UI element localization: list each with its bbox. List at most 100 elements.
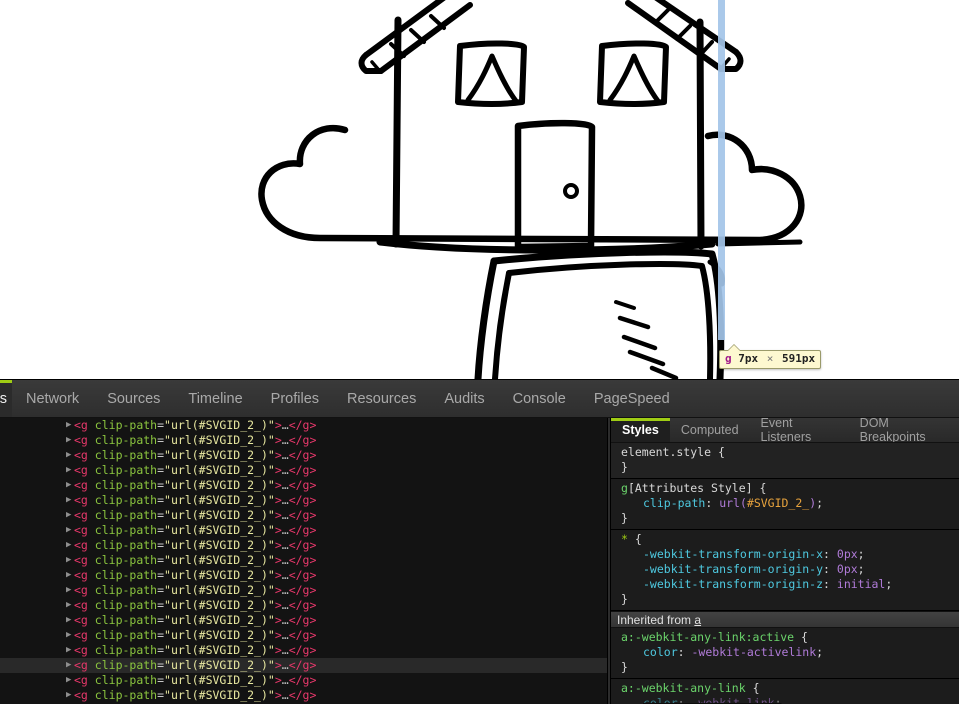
dom-tree-row[interactable]: ▶<g clip-path="url(#SVGID_2_)">…</g> bbox=[0, 658, 607, 673]
dom-tree-row[interactable]: ▶<g clip-path="url(#SVGID_2_)">…</g> bbox=[0, 583, 607, 598]
dom-tree-row[interactable]: ▶<g clip-path="url(#SVGID_2_)">…</g> bbox=[0, 568, 607, 583]
tab-console[interactable]: Console bbox=[499, 380, 580, 417]
dom-tree-row[interactable]: ▶<g clip-path="url(#SVGID_2_)">…</g> bbox=[0, 643, 607, 658]
dom-row-gt: > bbox=[274, 493, 282, 507]
roof-left-tick-0 bbox=[370, 60, 380, 71]
styles-rules-list[interactable]: element.style { } g[Attributes Style] { bbox=[611, 443, 959, 704]
declaration-colon: : bbox=[823, 547, 830, 561]
dom-row-markup: <g clip-path="url(#SVGID_2_)">…</g> bbox=[62, 508, 316, 522]
tab-timeline[interactable]: Timeline bbox=[174, 380, 256, 417]
inherited-section-header: Inherited from a bbox=[611, 611, 959, 628]
sidebar-tab-styles[interactable]: Styles bbox=[611, 418, 670, 442]
dom-row-close-tag: </g> bbox=[288, 448, 317, 462]
dom-tree-row[interactable]: ▶<g clip-path="url(#SVGID_2_)">…</g> bbox=[0, 628, 607, 643]
sidebar-tab-dom-breakpoints-label: DOM Breakpoints bbox=[859, 418, 926, 443]
dom-row-close-tag: </g> bbox=[288, 643, 317, 657]
dom-tree-row[interactable]: ▶<g clip-path="url(#SVGID_2_)">…</g> bbox=[0, 493, 607, 508]
dom-row-close-tag: </g> bbox=[288, 463, 317, 477]
dom-row-close-tag: </g> bbox=[288, 688, 317, 702]
tab-resources[interactable]: Resources bbox=[333, 380, 430, 417]
expand-triangle-icon[interactable]: ▶ bbox=[66, 463, 71, 478]
expand-triangle-icon[interactable]: ▶ bbox=[66, 538, 71, 553]
tab-sources[interactable]: Sources bbox=[93, 380, 174, 417]
tab-network[interactable]: Network bbox=[12, 380, 93, 417]
rule-universal-selector[interactable]: * { -webkit-transform-origin-x: 0px; -we… bbox=[611, 530, 959, 611]
rule-element-style[interactable]: element.style { } bbox=[611, 443, 959, 479]
dom-row-attribute-name: clip-path bbox=[94, 553, 158, 567]
dom-row-equals: = bbox=[157, 553, 165, 567]
dom-row-gt: > bbox=[274, 553, 282, 567]
expand-triangle-icon[interactable]: ▶ bbox=[66, 553, 71, 568]
expand-triangle-icon[interactable]: ▶ bbox=[66, 508, 71, 523]
dom-tree-row[interactable]: ▶<g clip-path="url(#SVGID_2_)">…</g> bbox=[0, 418, 607, 433]
tab-pagespeed[interactable]: PageSpeed bbox=[580, 380, 684, 417]
dom-row-equals: = bbox=[157, 508, 165, 522]
expand-triangle-icon[interactable]: ▶ bbox=[66, 628, 71, 643]
dom-tree-row[interactable]: ▶<g clip-path="url(#SVGID_2_)">…</g> bbox=[0, 523, 607, 538]
tab-elements[interactable]: s bbox=[0, 380, 12, 417]
sidebar-tab-dom-breakpoints[interactable]: DOM Breakpoints bbox=[849, 418, 959, 443]
dom-tree-row[interactable]: ▶<g clip-path="url(#SVGID_2_)">…</g> bbox=[0, 688, 607, 703]
dom-row-markup: <g clip-path="url(#SVGID_2_)">…</g> bbox=[62, 688, 316, 702]
sidebar-tab-event-listeners[interactable]: Event Listeners bbox=[750, 418, 849, 443]
expand-triangle-icon[interactable]: ▶ bbox=[66, 643, 71, 658]
declaration-transform-origin-y[interactable]: -webkit-transform-origin-y: 0px; bbox=[621, 562, 959, 577]
rule-open-brace: { bbox=[752, 681, 760, 695]
rule-any-link[interactable]: a:-webkit-any-link { color: -webkit-link… bbox=[611, 679, 959, 704]
dom-tree-row[interactable]: ▶<g clip-path="url(#SVGID_2_)">…</g> bbox=[0, 463, 607, 478]
dom-tree-pane[interactable]: ▶ <g clip-path="url(#SVGID_2_)">…</g> ▶ <g … bbox=[0, 418, 607, 704]
tab-profiles[interactable]: Profiles bbox=[257, 380, 333, 417]
dom-row-gt: > bbox=[274, 448, 282, 462]
dom-tree-row[interactable]: ▶<g clip-path="url(#SVGID_2_)">…</g> bbox=[0, 433, 607, 448]
dom-tree-row[interactable]: ▶<g clip-path="url(#SVGID_2_)">…</g> bbox=[0, 538, 607, 553]
expand-triangle-icon[interactable]: ▶ bbox=[66, 673, 71, 688]
dom-row-attribute-value: "url(#SVGID_2_)" bbox=[164, 478, 275, 492]
dom-row-equals: = bbox=[157, 538, 165, 552]
dom-row-open-tag: <g bbox=[74, 613, 88, 627]
sidebar-tab-computed[interactable]: Computed bbox=[670, 418, 750, 442]
expand-triangle-icon[interactable]: ▶ bbox=[66, 478, 71, 493]
dom-tree-row[interactable]: ▶<g clip-path="url(#SVGID_2_)">…</g> bbox=[0, 448, 607, 463]
declaration-transform-origin-x[interactable]: -webkit-transform-origin-x: 0px; bbox=[621, 547, 959, 562]
dom-tree-row[interactable]: ▶<g clip-path="url(#SVGID_2_)">…</g> bbox=[0, 673, 607, 688]
declaration-colon: : bbox=[705, 496, 713, 510]
sidebar-tab-event-listeners-label: Event Listeners bbox=[760, 418, 812, 443]
dom-row-markup: <g clip-path="url(#SVGID_2_)">…</g> bbox=[62, 628, 316, 642]
expand-triangle-icon[interactable]: ▶ bbox=[66, 583, 71, 598]
declaration-property: -webkit-transform-origin-x bbox=[643, 547, 824, 561]
devtools-toolbar: s Network Sources Timeline Profiles Reso… bbox=[0, 380, 959, 418]
expand-triangle-icon[interactable]: ▶ bbox=[66, 433, 71, 448]
dom-tree-row[interactable]: ▶<g clip-path="url(#SVGID_2_)">…</g> bbox=[0, 613, 607, 628]
expand-triangle-icon[interactable]: ▶ bbox=[66, 688, 71, 703]
page-viewport[interactable]: g 7px × 591px bbox=[0, 0, 959, 379]
inherited-source-element[interactable]: a bbox=[694, 613, 701, 627]
declaration-color-overridden[interactable]: color: -webkit-link; bbox=[621, 696, 959, 704]
expand-triangle-icon[interactable]: ▶ bbox=[66, 568, 71, 583]
rule-selector-tag: g bbox=[621, 481, 628, 495]
declaration-transform-origin-z[interactable]: -webkit-transform-origin-z: initial; bbox=[621, 577, 959, 592]
dom-tree-row[interactable]: ▶<g clip-path="url(#SVGID_2_)">…</g> bbox=[0, 508, 607, 523]
dom-row-open-tag: <g bbox=[74, 538, 88, 552]
dom-row-ellipsis: … bbox=[281, 658, 289, 672]
dom-tree-row[interactable]: ▶<g clip-path="url(#SVGID_2_)">…</g> bbox=[0, 598, 607, 613]
expand-triangle-icon[interactable]: ▶ bbox=[66, 418, 71, 433]
rule-close-brace: } bbox=[621, 660, 628, 674]
expand-triangle-icon[interactable]: ▶ bbox=[66, 613, 71, 628]
expand-triangle-icon[interactable]: ▶ bbox=[66, 658, 71, 673]
dom-tree-row[interactable]: ▶<g clip-path="url(#SVGID_2_)">…</g> bbox=[0, 553, 607, 568]
expand-triangle-icon[interactable]: ▶ bbox=[66, 448, 71, 463]
declaration-value: 0px bbox=[836, 562, 858, 576]
declaration-clip-path[interactable]: clip-path: url(#SVGID_2_); bbox=[621, 496, 959, 511]
tab-audits[interactable]: Audits bbox=[430, 380, 498, 417]
rule-any-link-active[interactable]: a:-webkit-any-link:active { color: -webk… bbox=[611, 628, 959, 679]
window-left-curtain bbox=[465, 53, 519, 104]
expand-triangle-icon[interactable]: ▶ bbox=[66, 493, 71, 508]
dom-tree-row[interactable]: ▶<g clip-path="url(#SVGID_2_)">…</g> bbox=[0, 478, 607, 493]
rule-attributes-style[interactable]: g[Attributes Style] { clip-path: url(#SV… bbox=[611, 479, 959, 530]
declaration-color[interactable]: color: -webkit-activelink; bbox=[621, 645, 959, 660]
expand-triangle-icon[interactable]: ▶ bbox=[66, 598, 71, 613]
expand-triangle-icon[interactable]: ▶ bbox=[66, 523, 71, 538]
dom-row-ellipsis: … bbox=[281, 673, 289, 687]
rule-selector-rest: [Attributes Style] bbox=[627, 481, 753, 495]
door-knob bbox=[563, 183, 579, 199]
